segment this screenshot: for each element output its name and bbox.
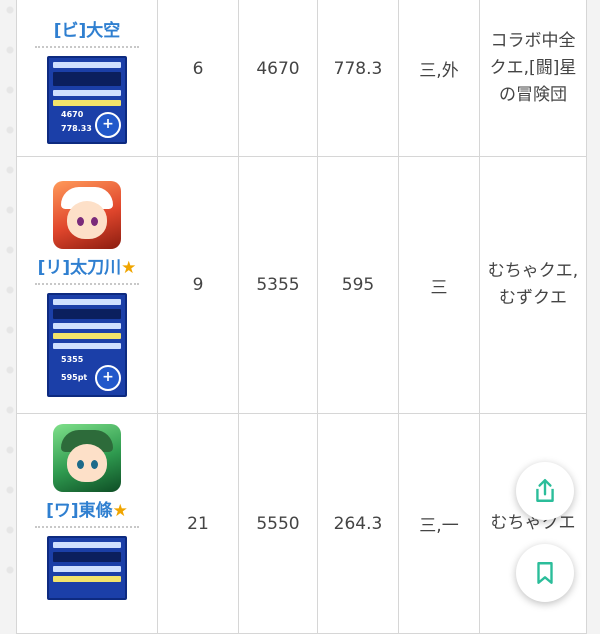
bookmark-icon [537,562,553,584]
stats-screenshot-thumbnail[interactable]: 4670 778.33 + [47,55,127,144]
name-cell: [ビ]大空 4670 778.33 + [16,0,158,157]
thumb-value: 595pt [61,373,88,382]
thumb-power: 5355 [61,355,84,364]
value-cell: 778.3 [317,0,399,157]
level-cell: 21 [157,413,239,634]
character-name-link[interactable]: [リ]太刀川 [38,253,122,278]
position-cell: 三,一 [398,413,480,634]
character-name-link[interactable]: [ビ]大空 [54,16,121,41]
note-cell: むちゃクエ [479,413,587,634]
character-avatar[interactable] [53,424,121,492]
level-cell: 9 [157,156,239,414]
divider [35,45,139,48]
power-cell: 5355 [238,156,318,414]
value-cell: 595 [317,156,399,414]
unit-table: [ビ]大空 4670 778.33 + 6 4670 778.3 三,外 コラボ… [16,0,587,634]
character-avatar[interactable] [53,181,121,249]
table-row: [リ]太刀川★ 5355 595pt + 9 5355 595 三 むちゃクエ,… [16,156,587,414]
table-row: [ビ]大空 4670 778.33 + 6 4670 778.3 三,外 コラボ… [16,0,587,157]
name-cell: [ワ]東條★ [16,413,158,634]
stats-screenshot-thumbnail[interactable] [47,536,127,600]
name-cell: [リ]太刀川★ 5355 595pt + [16,156,158,414]
star-icon: ★ [121,258,137,278]
character-name-link[interactable]: [ワ]東條 [46,496,113,521]
divider [35,283,139,285]
power-cell: 4670 [238,0,318,157]
star-icon: ★ [112,501,128,521]
note-cell: コラボ中全クエ,[闘]星の冒険団 [479,0,587,157]
position-cell: 三,外 [398,0,480,157]
stats-screenshot-thumbnail[interactable]: 5355 595pt + [47,293,127,397]
share-icon [536,478,554,502]
power-cell: 5550 [238,413,318,634]
thumb-value: 778.33 [61,123,92,133]
note-text: コラボ中全クエ,[闘]星の冒険団 [489,31,577,105]
note-cell: むちゃクエ,むずクエ [479,156,587,414]
zoom-in-icon[interactable]: + [95,365,121,391]
zoom-in-icon[interactable]: + [95,111,121,138]
level-cell: 6 [157,0,239,157]
table-row: [ワ]東條★ 21 5550 264.3 三,一 むちゃクエ [16,413,587,634]
thumb-power: 4670 [61,109,84,119]
note-text: むちゃクエ,むずクエ [487,261,579,308]
share-button[interactable] [516,462,574,520]
bookmark-button[interactable] [516,544,574,602]
value-cell: 264.3 [317,413,399,634]
position-cell: 三 [398,156,480,414]
divider [35,526,139,528]
